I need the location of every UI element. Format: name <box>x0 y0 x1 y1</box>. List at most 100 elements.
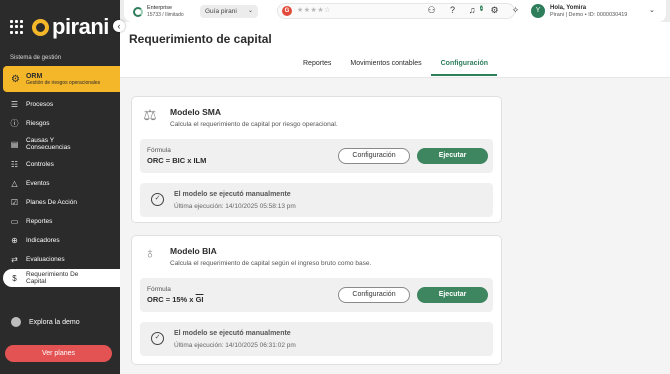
apps-grid-icon[interactable] <box>10 20 24 34</box>
formula-box: Fórmula ORC = BIC x ILM Configuración Ej… <box>140 139 493 173</box>
sidebar-item-eventos[interactable]: △ Eventos <box>0 174 120 193</box>
sidebar-item-label: Controles <box>26 161 54 168</box>
collapse-sidebar-button[interactable]: ‹ <box>113 20 125 32</box>
explore-demo-link[interactable]: Explora la demo <box>11 317 80 327</box>
warning-triangle-icon: △ <box>11 179 18 188</box>
user-org: Pirani | Demo • ID: 0000030419 <box>550 12 628 18</box>
run-button[interactable]: Ejecutar <box>417 148 488 164</box>
causes-icon: ▤ <box>10 139 19 149</box>
sparkle-icon[interactable]: ✧ <box>510 5 521 16</box>
sidebar-item-label: Eventos <box>26 180 50 187</box>
main-content: Requerimiento de capital Reportes Movimi… <box>120 22 670 374</box>
formula-label: Fórmula <box>147 147 171 154</box>
formula-box: Fórmula ORC = 15% x GI Configuración Eje… <box>140 278 493 312</box>
google-icon: G <box>282 6 292 16</box>
model-description: Calcula el requerimiento de capital segú… <box>170 260 372 267</box>
configuration-button[interactable]: Configuración <box>338 287 410 303</box>
sidebar-item-label: Riesgos <box>26 120 50 127</box>
sidebar-item-requerimiento[interactable]: $ Requerimiento De Capital <box>3 269 120 287</box>
sidebar-item-label: Causas Y Consecuencias <box>26 137 71 151</box>
orm-gear-icon: ⚙ <box>11 73 20 85</box>
formula-label: Fórmula <box>147 286 171 293</box>
section-label: Sistema de gestión <box>10 55 62 61</box>
model-card-sma: ⚖ Modelo SMA Calcula el requerimiento de… <box>131 96 502 223</box>
logo-text: pirani <box>52 14 109 39</box>
sidebar-item-label: Requerimiento De Capital <box>26 271 79 285</box>
add-user-icon[interactable]: ⚇ <box>426 5 437 16</box>
sidebar-module-orm[interactable]: ⚙ ORM Gestión de riesgos operacionales <box>3 66 128 92</box>
tab-reportes[interactable]: Reportes <box>293 56 340 76</box>
model-title: Modelo BIA <box>170 246 217 256</box>
model-title: Modelo SMA <box>170 107 221 117</box>
help-icon[interactable]: ? <box>447 5 458 16</box>
top-bar: Enterprise 15733 / Ilimitado Guía pirani… <box>124 0 666 22</box>
sidebar-item-causas[interactable]: ▤ Causas Y Consecuencias <box>0 133 120 155</box>
top-icons: ⚇ ? ♫ 2 ⚙ ✧ <box>426 5 521 16</box>
alert-circle-icon: ⓘ <box>10 119 19 128</box>
formula-prefix: ORC = 15% x <box>147 295 196 304</box>
plan-usage-icon <box>133 7 143 17</box>
plan-usage: 15733 / Ilimitado <box>147 12 184 18</box>
shuffle-icon: ⇄ <box>11 255 18 264</box>
sidebar-item-reportes[interactable]: ▭ Reportes <box>0 212 120 231</box>
sidebar-item-riesgos[interactable]: ⓘ Riesgos <box>0 114 120 133</box>
check-circle-icon: ✓ <box>151 332 164 345</box>
formula-value: ORC = 15% x GI <box>147 295 204 304</box>
sidebar-item-label: Indicadores <box>26 237 60 244</box>
rating-stars[interactable]: ★★★★☆ <box>297 6 331 14</box>
sidebar-item-planes[interactable]: ☑ Planes De Acción <box>0 193 120 212</box>
status-title: El modelo se ejecutó manualmente <box>174 191 291 198</box>
avatar[interactable]: Y <box>531 4 545 18</box>
logo-mark-icon <box>32 18 49 36</box>
balance-scale-icon: ⚖ <box>143 107 157 124</box>
formula-overline-term: GI <box>195 295 204 304</box>
formula-value: ORC = BIC x ILM <box>147 156 207 165</box>
money-bag-icon: ♁ <box>144 245 156 262</box>
see-plans-button[interactable]: Ver planes <box>5 345 112 362</box>
orm-title: ORM <box>25 72 43 80</box>
tabs: Reportes Movimientos contables Configura… <box>293 56 498 76</box>
document-icon: ▭ <box>10 217 19 226</box>
tab-movimientos-contables[interactable]: Movimientos contables <box>340 56 430 76</box>
demo-icon <box>11 317 21 327</box>
orm-subtitle: Gestión de riesgos operacionales <box>25 79 101 86</box>
sidebar-item-controles[interactable]: ☷ Controles <box>0 155 120 174</box>
process-icon: ☰ <box>10 100 19 109</box>
sidebar: pirani Sistema de gestión ⚙ ORM Gestión … <box>0 0 128 374</box>
status-title: El modelo se ejecutó manualmente <box>174 330 291 337</box>
tab-configuracion[interactable]: Configuración <box>430 56 498 76</box>
plan-name: Enterprise <box>147 5 173 11</box>
sidebar-item-label: Planes De Acción <box>26 199 77 206</box>
check-circle-icon: ✓ <box>151 193 164 206</box>
sidebar-item-indicadores[interactable]: ⊕ Indicadores <box>0 231 120 250</box>
sidebar-item-label: Reportes <box>26 218 53 225</box>
bell-icon[interactable]: ♫ 2 <box>468 5 484 16</box>
sidebar-item-label: Evaluaciones <box>26 256 65 263</box>
sidebar-item-evaluaciones[interactable]: ⇄ Evaluaciones <box>0 250 120 269</box>
sidebar-item-label: Procesos <box>26 101 54 108</box>
page-title: Requerimiento de capital <box>129 32 272 46</box>
sidebar-item-procesos[interactable]: ☰ Procesos <box>0 95 120 114</box>
sliders-icon: ☷ <box>10 160 19 169</box>
execution-status: ✓ El modelo se ejecutó manualmente Últim… <box>140 322 493 356</box>
sidebar-nav: ☰ Procesos ⓘ Riesgos ▤ Causas Y Consecuen… <box>0 95 120 287</box>
user-greeting: Hola, Yomira <box>550 5 587 11</box>
user-menu-chevron-icon[interactable]: ⌄ <box>649 6 655 14</box>
capital-icon: $ <box>12 273 17 283</box>
explore-demo-label: Explora la demo <box>29 318 80 326</box>
checklist-icon: ☑ <box>10 198 19 207</box>
guide-dropdown[interactable]: Guía pirani ⌄ <box>200 5 258 18</box>
configuration-button[interactable]: Configuración <box>338 148 410 164</box>
run-button[interactable]: Ejecutar <box>417 287 488 303</box>
guide-label: Guía pirani <box>205 8 237 15</box>
pirani-logo[interactable]: pirani <box>32 14 109 40</box>
status-time: Última ejecución: 14/10/2025 05:58:13 pm <box>174 203 296 210</box>
notification-badge: 2 <box>480 5 484 11</box>
settings-gear-icon[interactable]: ⚙ <box>489 5 500 16</box>
chevron-down-icon: ⌄ <box>247 8 253 14</box>
status-time: Última ejecución: 14/10/2025 06:31:02 pm <box>174 342 296 349</box>
model-card-bia: ♁ Modelo BIA Calcula el requerimiento de… <box>131 235 502 365</box>
logo-row: pirani <box>10 14 109 40</box>
execution-status: ✓ El modelo se ejecutó manualmente Últim… <box>140 183 493 217</box>
target-icon: ⊕ <box>11 236 18 245</box>
